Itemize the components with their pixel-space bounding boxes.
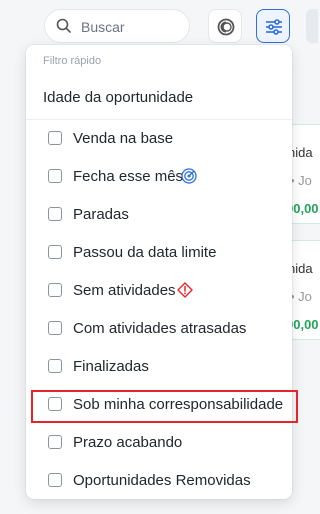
filter-item-passou-da-data-limite[interactable]: Passou da data limite <box>26 234 292 272</box>
filter-item-label: Oportunidades Removidas <box>73 472 251 489</box>
checkbox[interactable] <box>48 283 62 297</box>
filter-item-sem-atividades[interactable]: Sem atividades <box>26 272 292 310</box>
filter-item-fecha-esse-mes[interactable]: Fecha esse mês <box>26 158 292 196</box>
filter-item-paradas[interactable]: Paradas <box>26 196 292 234</box>
checkbox[interactable] <box>48 473 62 487</box>
filter-item-label: Paradas <box>73 206 129 223</box>
checkbox[interactable] <box>48 359 62 373</box>
filter-item-label: Sob minha corresponsabilidade <box>73 396 284 413</box>
card-subtitle: • Jo <box>290 289 312 304</box>
filter-item-label: Com atividades atrasadas <box>73 320 247 337</box>
filter-item-sob-minha-corresponsabilidade[interactable]: Sob minha corresponsabilidade <box>26 386 292 424</box>
warning-diamond-icon <box>177 282 193 298</box>
checkbox[interactable] <box>48 397 62 411</box>
section-label: Filtro rápido <box>43 55 102 67</box>
card-subtitle: • Jo <box>290 173 312 188</box>
view-toggle-button[interactable] <box>208 9 242 43</box>
checkbox[interactable] <box>48 207 62 221</box>
partial-toolbar-button[interactable] <box>306 9 318 43</box>
filter-item-label: Sem atividades <box>73 282 176 299</box>
checkbox[interactable] <box>48 169 62 183</box>
checkbox[interactable] <box>48 321 62 335</box>
filter-item-com-atividades-atrasadas[interactable]: Com atividades atrasadas <box>26 310 292 348</box>
filter-button[interactable] <box>256 9 290 43</box>
quick-filter-dropdown: Filtro rápido Idade da oportunidade Vend… <box>26 45 292 499</box>
filter-item-label: Finalizadas <box>73 358 149 375</box>
filter-item-label: Prazo acabando <box>73 434 183 451</box>
filter-item-oportunidades-removidas[interactable]: Oportunidades Removidas <box>26 462 292 499</box>
filter-item-label: Fecha esse mês <box>73 168 184 185</box>
search-box[interactable] <box>44 9 190 43</box>
target-icon <box>181 168 197 184</box>
filter-age-of-opportunity[interactable]: Idade da oportunidade <box>43 89 193 106</box>
checkbox[interactable] <box>48 435 62 449</box>
filter-item-finalizadas[interactable]: Finalizadas <box>26 348 292 386</box>
filter-item-label: Passou da data limite <box>73 244 217 261</box>
top-toolbar <box>0 0 318 48</box>
filter-item-venda-na-base[interactable]: Venda na base <box>26 120 292 158</box>
filter-item-prazo-acabando[interactable]: Prazo acabando <box>26 424 292 462</box>
filter-item-label: Venda na base <box>73 130 174 147</box>
checkbox[interactable] <box>48 245 62 259</box>
search-icon <box>56 18 72 34</box>
search-input[interactable] <box>79 16 187 38</box>
checkbox[interactable] <box>48 131 62 145</box>
